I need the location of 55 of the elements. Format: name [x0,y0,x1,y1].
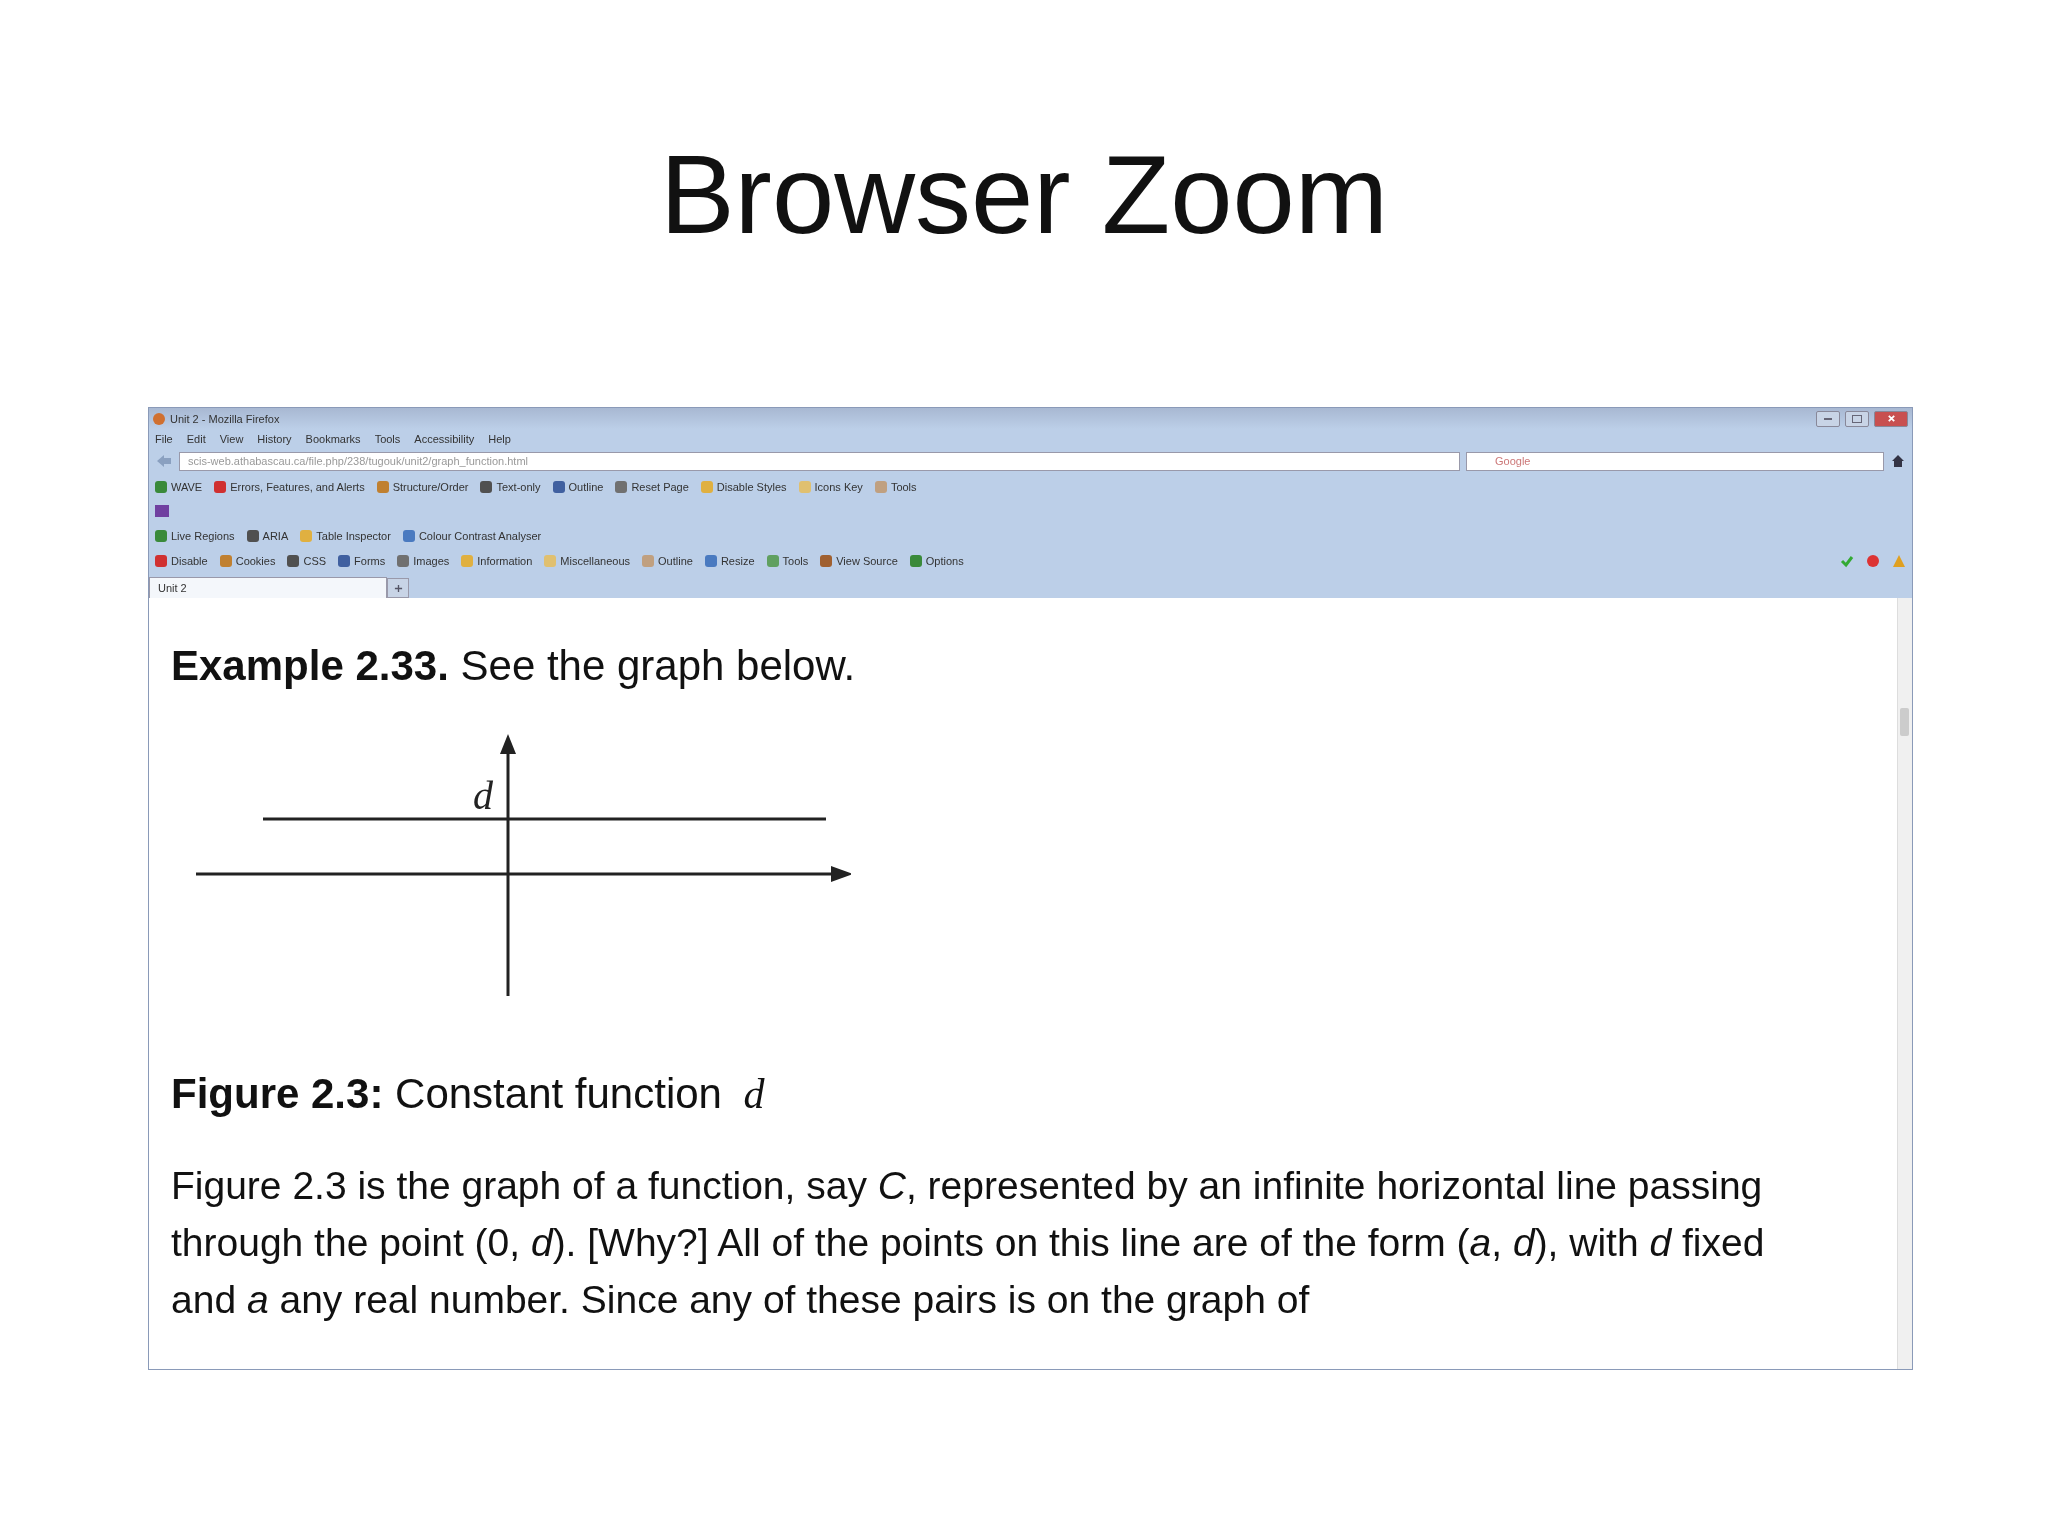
maximize-button[interactable] [1845,410,1869,427]
toolbar-button[interactable]: Tools [874,480,917,493]
toolbar-button[interactable]: View Source [820,554,898,567]
browser-logo-icon [153,412,165,425]
toolbar-button[interactable]: Resize [704,554,755,567]
menu-item[interactable]: Bookmarks [305,432,361,445]
toolbar-button[interactable]: Disable Styles [700,480,787,493]
close-button[interactable] [1874,410,1908,427]
toolbar-button[interactable]: WAVE [155,480,203,493]
menu-item[interactable]: Help [488,432,511,445]
toolbar-button[interactable]: Live Regions [155,529,235,542]
warning-icon [1892,553,1906,568]
toolbar-button[interactable]: Colour Contrast Analyser [402,529,542,542]
figure-label: Figure 2.3: [171,1070,384,1117]
browser-tab[interactable]: Unit 2 [149,577,387,598]
figure-variable: d [743,1071,765,1117]
toolbar-button[interactable]: Tools [766,554,809,567]
graph-drawing: d [191,734,851,1004]
toolbar-button[interactable]: Structure/Order [376,480,469,493]
menu-item[interactable]: Accessibility [414,432,475,445]
toolbar-button[interactable]: Images [397,554,450,567]
toolbar-button[interactable]: Miscellaneous [544,554,631,567]
toolbar-button[interactable]: Disable [155,554,208,567]
example-text: See the graph below. [460,642,856,689]
toolbar-button[interactable]: Options [909,554,964,567]
new-tab-button[interactable] [387,578,409,598]
paragraph: Figure 2.3 is the graph of a function, say C, represented by an infinite horizontal line passing through the point (0, d). [Why?] All of the points on this line are of the form (a, d), with d fixed and a any real number. Since any of these pairs is on the graph of [171,1163,1766,1323]
toolbar-button[interactable]: Forms [338,554,386,567]
menu-item[interactable]: Edit [186,432,206,445]
menu-item[interactable]: Tools [374,432,401,445]
toolbar-button[interactable]: Text-only [480,480,541,493]
toolbar-button[interactable]: CSS [287,554,327,567]
toolbar-button[interactable]: Cookies [219,554,276,567]
toolbar-button[interactable]: Reset Page [615,480,689,493]
error-icon [1866,553,1880,568]
close-icon [1886,414,1896,423]
menu-item[interactable]: History [257,432,292,445]
toolbar-button[interactable]: Outline [642,554,693,567]
plus-icon [393,583,403,593]
scrollbar[interactable] [1897,598,1912,1369]
menu-item[interactable]: View [219,432,244,445]
check-icon [1840,553,1854,568]
toolbar-button[interactable]: Table Inspector [300,529,391,542]
slide-title: Browser Zoom [659,131,1389,259]
toolbar-button[interactable]: ARIA [246,529,289,542]
menu-item[interactable]: File [155,432,173,445]
toolbar-button[interactable]: Information [461,554,533,567]
home-icon[interactable] [1890,453,1906,469]
toolbar-button[interactable]: Outline [552,480,604,493]
figure-caption: Constant function [395,1070,722,1117]
window-title: Unit 2 - Mozilla Firefox [170,412,280,425]
minimize-button[interactable] [1816,410,1840,427]
toolbar-button[interactable]: Errors, Features, and Alerts [214,480,365,493]
toolbar-button[interactable]: Icons Key [798,480,863,493]
example-label: Example 2.33. [171,642,449,689]
